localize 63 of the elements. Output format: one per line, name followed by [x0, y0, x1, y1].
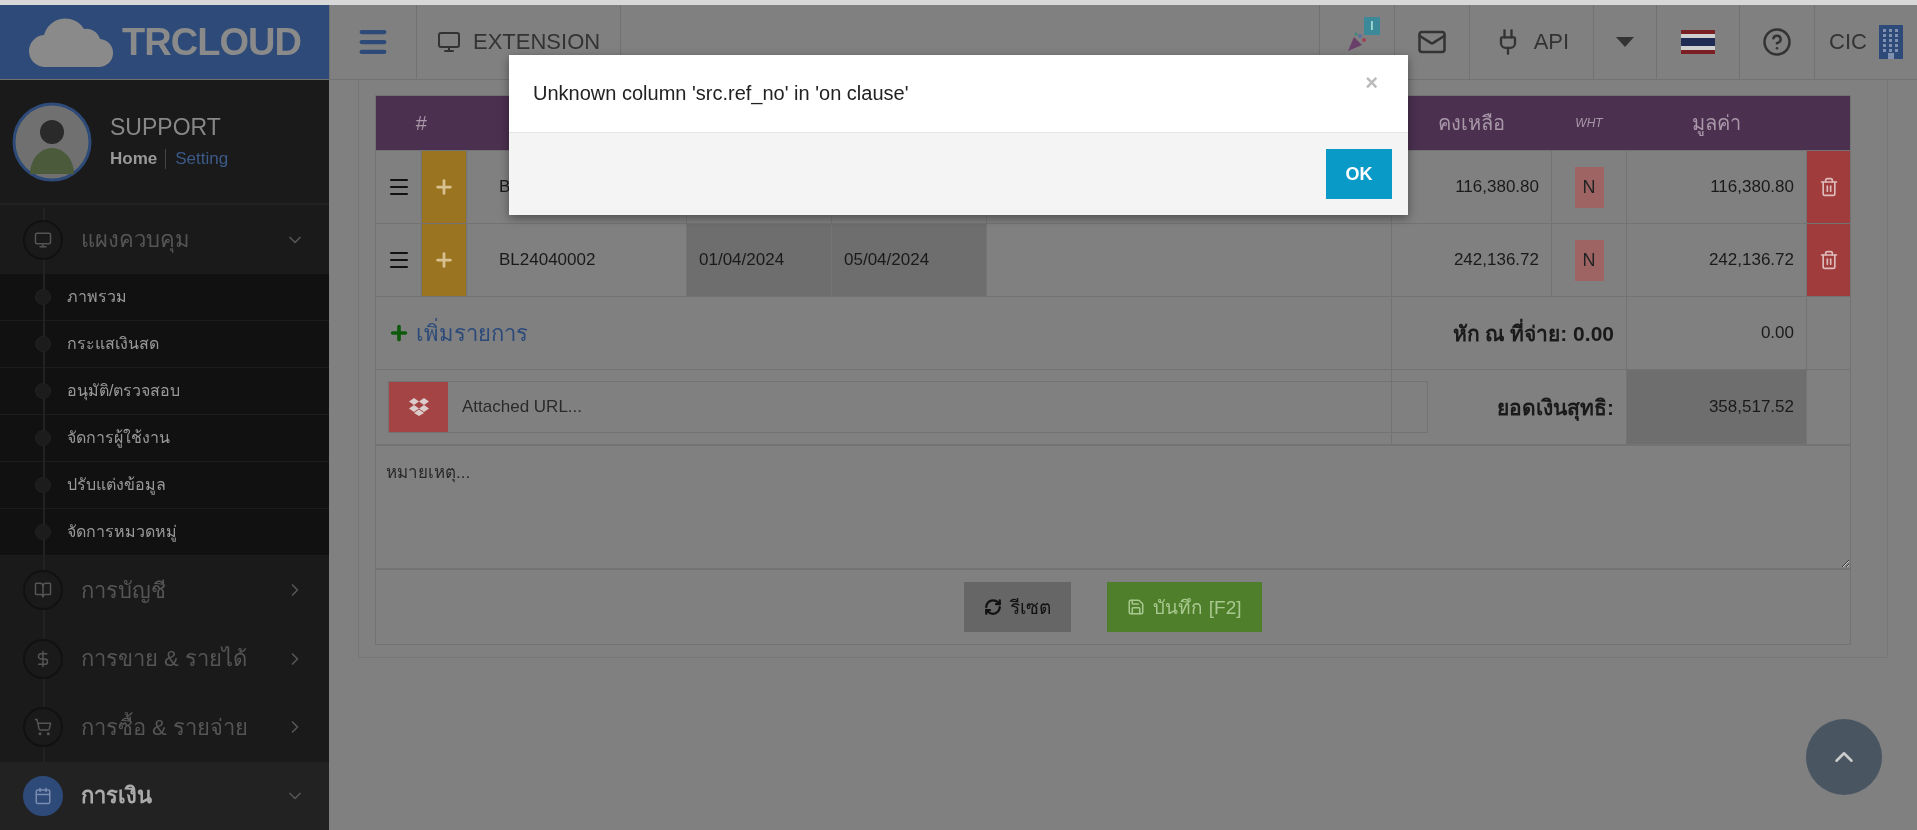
column-header: WHT	[1575, 116, 1603, 130]
submenu-item[interactable]: จัดการผู้ใช้งาน	[0, 414, 329, 462]
trash-icon	[1818, 177, 1839, 197]
api-link[interactable]: API	[1533, 29, 1570, 55]
table-cell: B	[499, 177, 511, 196]
plus-icon	[433, 176, 455, 198]
menu-item[interactable]: การเงิน	[0, 761, 329, 830]
table-cell: 116,380.80	[1455, 177, 1539, 196]
save-icon	[1127, 598, 1146, 616]
cloud-icon	[28, 17, 115, 67]
caret-icon[interactable]	[1616, 37, 1635, 47]
submenu-item[interactable]: กระแสเงินสด	[0, 320, 329, 368]
confetti-icon	[1345, 31, 1368, 53]
table-cell: 05/04/2024	[844, 250, 930, 269]
menu-item[interactable]: การขาย & รายได้	[0, 624, 329, 693]
remarks-field[interactable]: หมายเหตุ...	[376, 445, 1850, 569]
add-item-link[interactable]: เพิ่มรายการ	[388, 315, 528, 351]
logo-bar[interactable]: TRCLOUD	[0, 5, 329, 79]
dropbox-button[interactable]	[389, 382, 448, 432]
delete-button[interactable]	[1807, 151, 1850, 223]
submenu-item[interactable]: ภาพรวม	[0, 273, 329, 321]
ok-button[interactable]: OK	[1326, 149, 1392, 199]
table-cell: 01/04/2024	[699, 250, 785, 269]
menu-item[interactable]: การซื้อ & รายจ่าย	[0, 693, 329, 762]
notification-badge: I	[1364, 17, 1380, 35]
reset-button[interactable]: รีเซต	[964, 582, 1072, 632]
refresh-icon	[984, 598, 1003, 616]
company-name[interactable]: CIC	[1829, 29, 1867, 55]
plus-icon	[433, 249, 455, 271]
monitor-icon	[437, 30, 461, 54]
column-header: คงเหลือ	[1438, 112, 1505, 134]
wht-badge[interactable]: N	[1574, 239, 1604, 281]
extension-link[interactable]: EXTENSION	[473, 29, 601, 55]
withholding-value: 0.00	[1760, 323, 1794, 342]
plus-icon	[388, 322, 410, 344]
table-cell: 242,136.72	[1453, 250, 1539, 269]
submenu-item[interactable]: จัดการหมวดหมู่	[0, 508, 329, 556]
submenu-item[interactable]: ปรับแต่งข้อมูล	[0, 461, 329, 509]
user-link[interactable]: Home	[110, 149, 158, 170]
table-cell: 242,136.72	[1708, 250, 1794, 269]
wht-badge[interactable]: N	[1574, 166, 1604, 208]
box-icon	[408, 398, 429, 416]
table-cell: BL24040002	[499, 250, 596, 269]
delete-button[interactable]	[1807, 224, 1850, 296]
user-name: SUPPORT	[110, 114, 222, 142]
menu-item[interactable]: แผงควบคุม	[0, 205, 329, 274]
close-button[interactable]: ×	[1359, 69, 1384, 97]
logo-text: TRCLOUD	[122, 20, 301, 64]
dialog-message: Unknown column 'src.ref_no' in 'on clause'	[533, 82, 909, 105]
building-icon	[1879, 25, 1903, 59]
menu-icon-circle	[23, 775, 63, 816]
submenu-item[interactable]: อนุมัติ/ตรวจสอบ	[0, 367, 329, 415]
column-header: มูลค่า	[1692, 112, 1741, 134]
menu-item[interactable]: การบัญชี	[0, 555, 329, 625]
help-icon[interactable]	[1762, 27, 1793, 57]
net-total-label: ยอดเงินสุทธิ:	[1497, 395, 1614, 419]
user-link[interactable]: Setting	[165, 149, 229, 170]
trash-icon	[1818, 250, 1839, 270]
table-cell: 116,380.80	[1710, 177, 1794, 196]
net-total-value: 358,517.52	[1708, 397, 1794, 416]
save-button[interactable]: บันทึก [F2]	[1107, 582, 1262, 632]
flag-icon[interactable]	[1681, 30, 1716, 54]
column-header: #	[415, 111, 427, 134]
